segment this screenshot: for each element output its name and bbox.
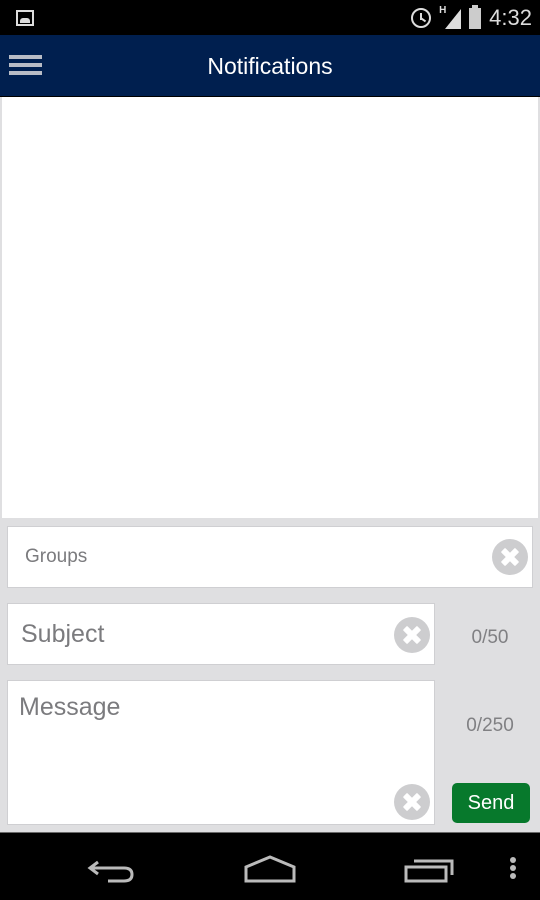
subject-clear-icon[interactable]: [394, 617, 430, 653]
notification-list[interactable]: [2, 97, 538, 518]
subject-char-counter: 0/50: [471, 627, 509, 648]
status-time: 4:32: [489, 4, 532, 30]
groups-clear-icon[interactable]: [492, 539, 528, 575]
home-icon[interactable]: [238, 843, 302, 891]
battery-icon: [469, 5, 482, 29]
signal-icon: H: [439, 5, 462, 29]
status-icons: H 4:32: [411, 0, 532, 35]
image-notification-icon: [16, 10, 34, 26]
app-bar: Notifications: [0, 35, 540, 97]
recent-apps-icon[interactable]: [398, 843, 462, 891]
subject-field: [7, 603, 435, 665]
status-bar: H 4:32: [0, 0, 540, 35]
overflow-menu-icon[interactable]: [500, 843, 526, 891]
page-title: Notifications: [207, 53, 333, 79]
message-char-counter: 0/250: [466, 715, 514, 736]
groups-input[interactable]: [25, 527, 485, 587]
message-input[interactable]: [19, 693, 389, 793]
alarm-icon: [411, 7, 432, 28]
groups-field: [7, 526, 533, 588]
message-clear-icon[interactable]: [394, 784, 430, 820]
send-button[interactable]: Send: [452, 783, 530, 823]
subject-input[interactable]: [21, 604, 391, 664]
system-nav-bar: [0, 832, 540, 900]
message-field: [7, 680, 435, 825]
back-icon[interactable]: [82, 843, 142, 891]
main-content: 0/50 0/250 Send: [0, 97, 540, 832]
